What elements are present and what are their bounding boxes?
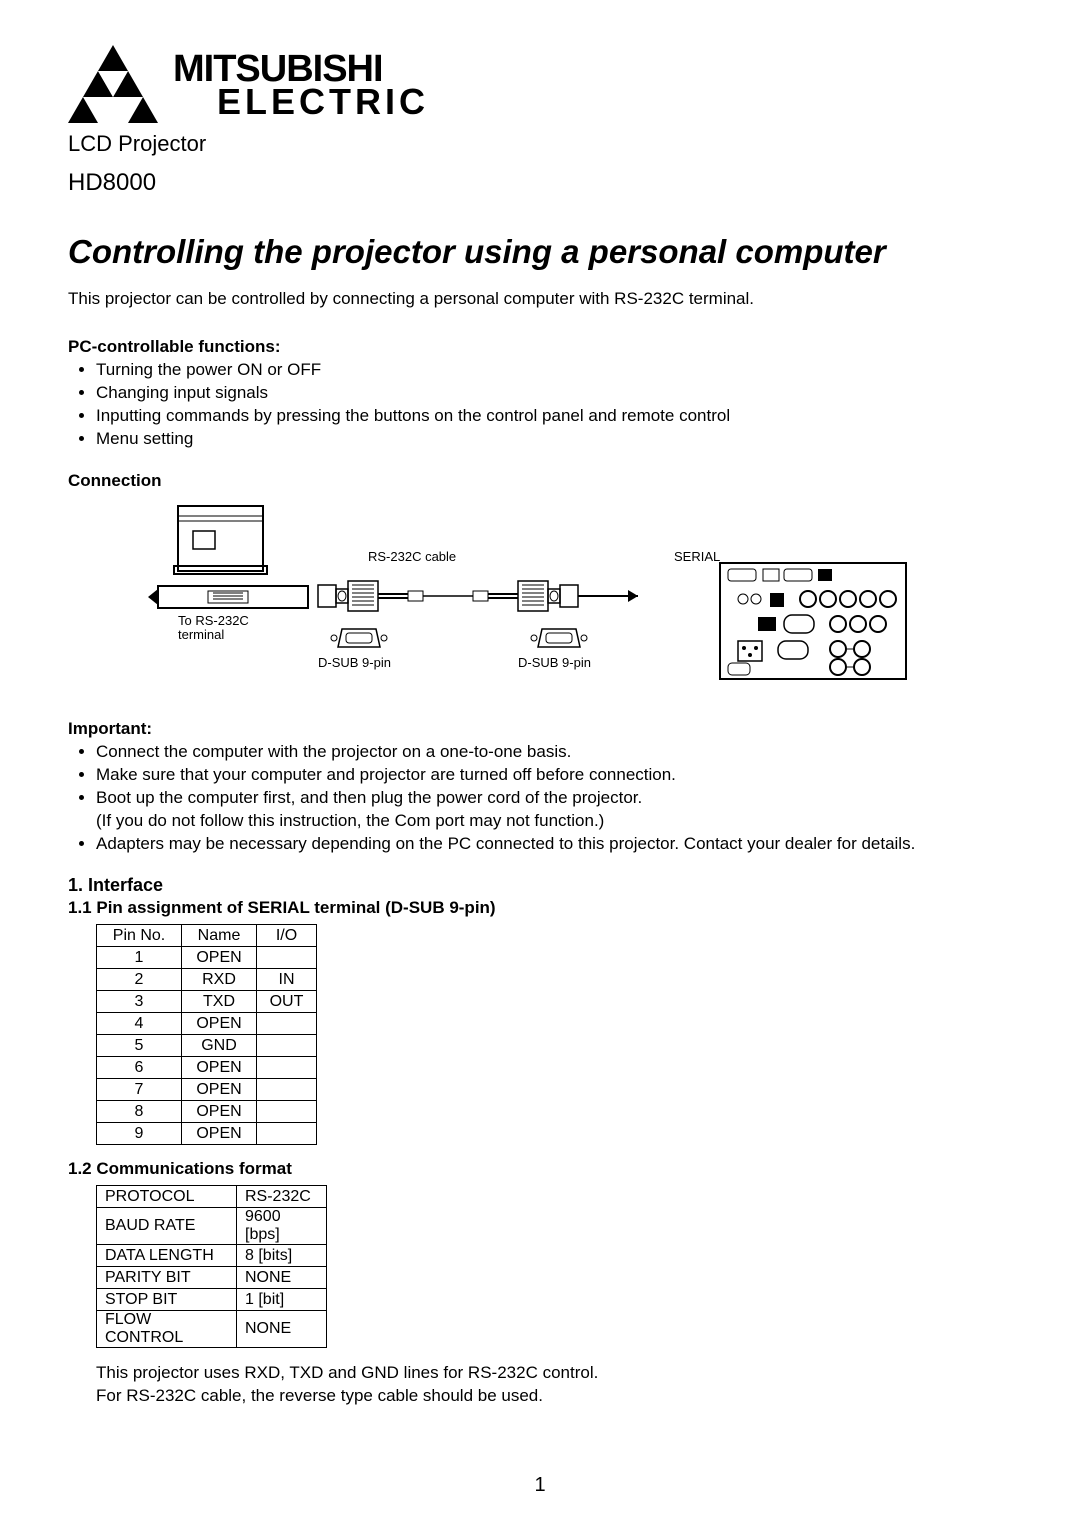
table-row: PARITY BITNONE [97, 1267, 327, 1289]
table-row: BAUD RATE9600 [bps] [97, 1208, 327, 1245]
list-item: Changing input signals [96, 382, 1012, 405]
table-row: FLOW CONTROLNONE [97, 1311, 327, 1348]
diagram-label: D-SUB 9-pin [518, 655, 591, 670]
logo-text: MITSUBISHI ELECTRIC [173, 52, 429, 119]
table-row: Pin No. Name I/O [97, 925, 317, 947]
diagram-label: To RS-232C [178, 613, 249, 628]
pc-functions-heading: PC-controllable functions: [68, 337, 1012, 357]
table-row: STOP BIT1 [bit] [97, 1289, 327, 1311]
mitsubishi-logo-icon [68, 45, 158, 125]
table-row: PROTOCOLRS-232C [97, 1186, 327, 1208]
table-row: 6OPEN [97, 1057, 317, 1079]
diagram-label: RS-232C cable [368, 549, 456, 564]
list-item: Menu setting [96, 428, 1012, 451]
diagram-label: D-SUB 9-pin [318, 655, 391, 670]
note-line: For RS-232C cable, the reverse type cabl… [96, 1385, 1012, 1408]
table-row: 9OPEN [97, 1123, 317, 1145]
diagram-label: terminal [178, 627, 224, 642]
list-item: Inputting commands by pressing the butto… [96, 405, 1012, 428]
comm-format-table: PROTOCOLRS-232C BAUD RATE9600 [bps] DATA… [96, 1185, 327, 1348]
list-item: Boot up the computer first, and then plu… [96, 787, 1012, 833]
table-row: 3TXDOUT [97, 991, 317, 1013]
interface-heading: 1. Interface [68, 875, 1012, 896]
table-row: 5GND [97, 1035, 317, 1057]
important-heading: Important: [68, 719, 1012, 739]
list-item: Make sure that your computer and project… [96, 764, 1012, 787]
list-item-note: (If you do not follow this instruction, … [96, 811, 604, 830]
list-item: Connect the computer with the projector … [96, 741, 1012, 764]
list-item: Adapters may be necessary depending on t… [96, 833, 1012, 856]
notes: This projector uses RXD, TXD and GND lin… [96, 1362, 1012, 1408]
intro-text: This projector can be controlled by conn… [68, 289, 1012, 309]
diagram-label: SERIAL [674, 549, 720, 564]
table-header: I/O [257, 925, 317, 947]
important-list: Connect the computer with the projector … [68, 741, 1012, 856]
table-row: 2RXDIN [97, 969, 317, 991]
product-model: HD8000 [68, 169, 1012, 197]
table-row: DATA LENGTH8 [bits] [97, 1245, 327, 1267]
table-row: 4OPEN [97, 1013, 317, 1035]
table-header: Name [182, 925, 257, 947]
page-number: 1 [0, 1474, 1080, 1497]
brand-name-2: ELECTRIC [173, 86, 429, 118]
pin-table: Pin No. Name I/O 1OPEN 2RXDIN 3TXDOUT 4O… [96, 924, 317, 1145]
list-item: Turning the power ON or OFF [96, 359, 1012, 382]
table-row: 7OPEN [97, 1079, 317, 1101]
subsection-1-1: 1.1 Pin assignment of SERIAL terminal (D… [68, 898, 1012, 918]
subsection-1-2: 1.2 Communications format [68, 1159, 1012, 1179]
pc-functions-list: Turning the power ON or OFF Changing inp… [68, 359, 1012, 451]
computer-icon [148, 501, 318, 671]
table-header: Pin No. [97, 925, 182, 947]
serial-connector-icon [328, 623, 608, 653]
list-item-text: Boot up the computer first, and then plu… [96, 788, 642, 807]
table-row: 1OPEN [97, 947, 317, 969]
page-title: Controlling the projector using a person… [68, 233, 1012, 271]
logo: MITSUBISHI ELECTRIC [68, 45, 1012, 125]
product-subtitle: LCD Projector [68, 131, 1012, 157]
table-row: 8OPEN [97, 1101, 317, 1123]
connection-heading: Connection [68, 471, 1012, 491]
connection-diagram: RS-232C cable SERIAL To RS-232C terminal… [68, 501, 1012, 691]
projector-panel-icon [718, 561, 908, 681]
note-line: This projector uses RXD, TXD and GND lin… [96, 1362, 1012, 1385]
